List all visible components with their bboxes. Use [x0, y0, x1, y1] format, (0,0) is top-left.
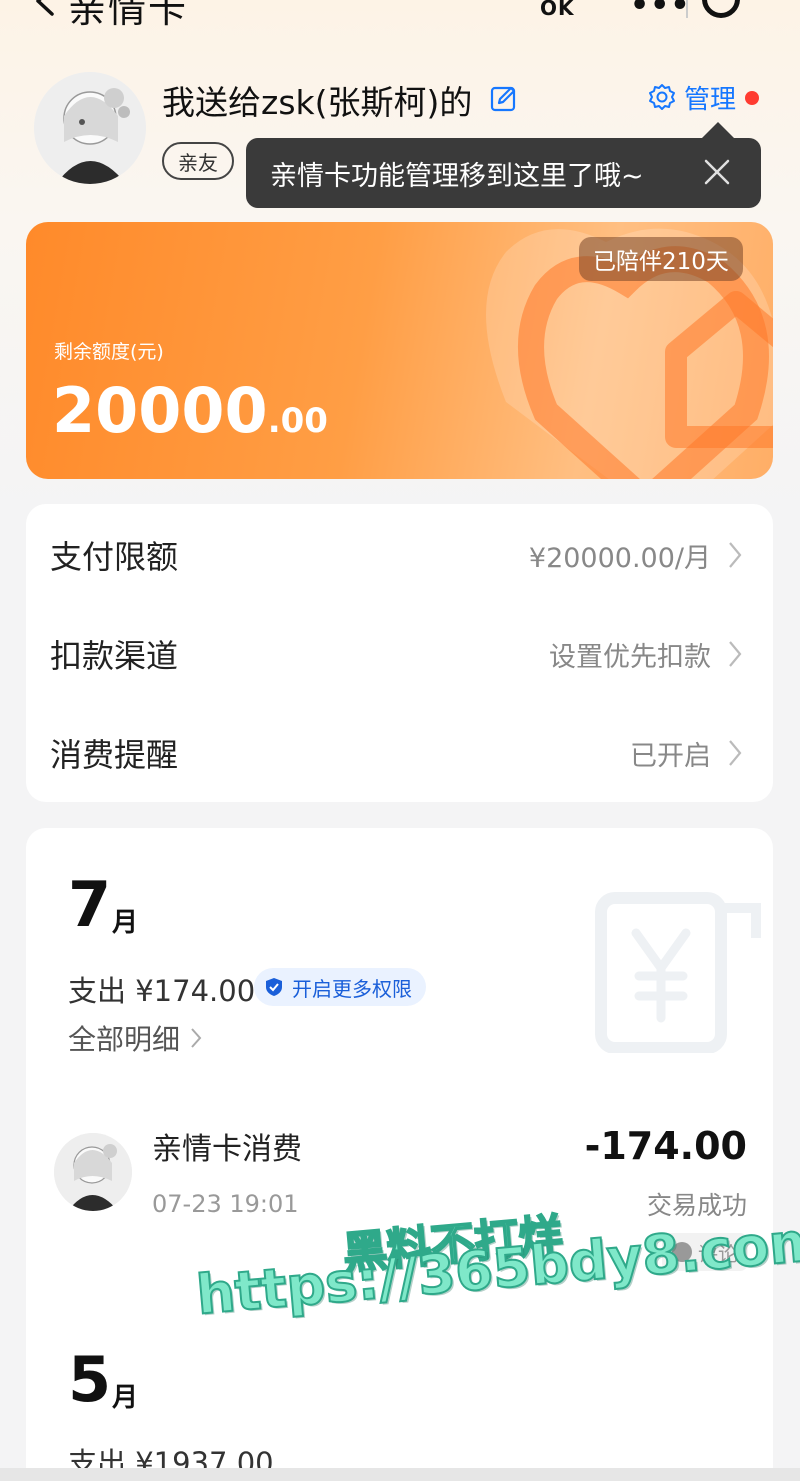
tooltip-pointer [701, 122, 735, 139]
card-name: 我送给zsk(张斯柯)的 [162, 83, 473, 122]
remain-label: 剩余额度(元) [54, 341, 164, 363]
remain-amount: 20000.00 [52, 374, 328, 447]
gear-icon [649, 84, 675, 110]
month-unit: 月 [112, 1383, 139, 1413]
days-badge: 已陪伴210天 [579, 237, 743, 281]
manage-label: 管理 [684, 84, 737, 115]
more-permissions-label: 开启更多权限 [292, 976, 412, 1001]
notification-dot [745, 91, 759, 105]
page-title: 亲情卡 [68, 0, 189, 31]
setting-label: 消费提醒 [50, 736, 179, 774]
settings-card: 支付限额 ¥20000.00/月 扣款渠道 设置优先扣款 消费提醒 已开启 [26, 504, 773, 802]
top-bar: 亲情卡 OK ••• [0, 0, 800, 40]
avatar-illustration-icon [34, 72, 146, 184]
more-icon[interactable]: ••• [630, 0, 691, 23]
remain-amount-dec: .00 [267, 401, 328, 441]
capsule-divider [686, 0, 688, 18]
setting-row-spend-alert[interactable]: 消费提醒 已开启 [26, 702, 773, 801]
balance-card: 已陪伴210天 剩余额度(元) 20000.00 [26, 222, 773, 479]
chevron-right-icon [191, 1028, 202, 1048]
transaction-time: 07-23 19:01 [152, 1190, 299, 1218]
month-unit: 月 [112, 908, 139, 938]
chevron-right-icon [729, 740, 742, 766]
setting-value: 设置优先扣款 [549, 642, 711, 673]
relation-tag: 亲友 [162, 142, 234, 180]
month-number: 7 [68, 868, 112, 941]
back-arrow-icon[interactable] [32, 0, 58, 16]
setting-label: 扣款渠道 [50, 637, 179, 675]
manage-tooltip: 亲情卡功能管理移到这里了哦~ [246, 138, 761, 208]
yuan-receipt-icon [595, 892, 761, 1053]
bills-card: 7 月 支出 ¥174.00 开启更多权限 全部明细 亲情卡消费 07-23 1… [26, 828, 773, 1481]
more-permissions-button[interactable]: 开启更多权限 [254, 968, 426, 1006]
chevron-right-icon [729, 542, 742, 568]
remain-amount-int: 20000 [52, 374, 268, 447]
manage-button[interactable]: 管理 [648, 80, 737, 115]
avatar [34, 72, 146, 184]
all-detail-link[interactable]: 全部明细 [68, 1018, 202, 1058]
bottom-edge [0, 1468, 800, 1481]
tooltip-text: 亲情卡功能管理移到这里了哦~ [270, 160, 644, 192]
setting-value: ¥20000.00/月 [528, 543, 711, 574]
close-miniprogram-icon[interactable] [702, 0, 740, 18]
setting-value: 已开启 [630, 741, 711, 772]
close-icon[interactable] [700, 155, 734, 189]
setting-label: 支付限额 [50, 538, 179, 576]
setting-row-debit-channel[interactable]: 扣款渠道 设置优先扣款 [26, 603, 773, 702]
all-detail-label: 全部明细 [68, 1023, 181, 1056]
shield-check-icon [266, 978, 282, 996]
avatar-illustration-icon [54, 1133, 132, 1211]
chevron-right-icon [729, 641, 742, 667]
setting-row-pay-limit[interactable]: 支付限额 ¥20000.00/月 [26, 504, 773, 603]
ok-icon[interactable]: OK [540, 0, 575, 20]
edit-icon[interactable] [490, 84, 518, 112]
month-spend: 支出 ¥174.00 [68, 974, 256, 1008]
transaction-title: 亲情卡消费 [152, 1132, 302, 1167]
month-number: 5 [68, 1343, 112, 1416]
transaction-amount: -174.00 [584, 1124, 747, 1168]
transaction-avatar [54, 1133, 132, 1211]
